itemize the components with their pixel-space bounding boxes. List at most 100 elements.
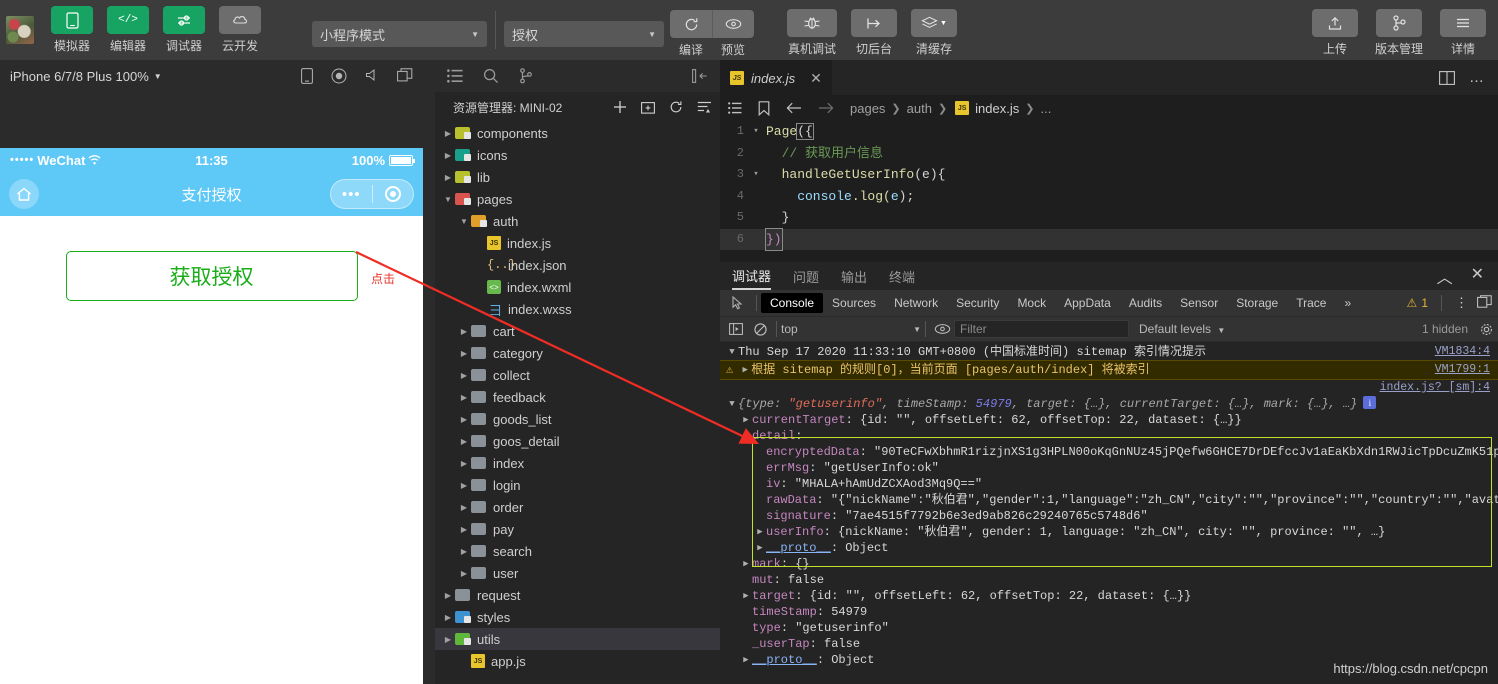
- console-sidebar-icon[interactable]: [724, 323, 748, 335]
- chevron-down-icon[interactable]: ▼: [457, 217, 471, 226]
- chevron-right-icon[interactable]: ▶: [457, 393, 471, 402]
- code-area[interactable]: 1 ▾ Page({ 2 // 获取用户信息 3 ▾ handleGetUser…: [720, 121, 1498, 251]
- devtools-more-icon[interactable]: ⋮: [1455, 296, 1468, 309]
- tree-item[interactable]: ▶ goos_detail: [435, 430, 720, 452]
- multi-window-icon[interactable]: [397, 68, 413, 84]
- outline-icon[interactable]: [728, 102, 742, 114]
- chevron-right-icon[interactable]: ▶: [457, 569, 471, 578]
- devtools-tab-audits[interactable]: Audits: [1120, 293, 1171, 313]
- tree-item[interactable]: ▶{..}index.json: [435, 254, 720, 276]
- details-button[interactable]: 详情: [1438, 3, 1488, 57]
- tree-item[interactable]: ▶彐 index.wxss: [435, 298, 720, 320]
- chevron-right-icon[interactable]: ▶: [441, 173, 455, 182]
- chevron-right-icon[interactable]: ▶: [441, 613, 455, 622]
- chevron-right-icon[interactable]: ▶: [457, 503, 471, 512]
- console-source-link[interactable]: VM1834:4: [1435, 344, 1490, 360]
- editor-more-icon[interactable]: …: [1469, 70, 1486, 85]
- tree-item[interactable]: ▶ collect: [435, 364, 720, 386]
- debugger-panel-tab[interactable]: 终端: [889, 262, 915, 290]
- clear-console-icon[interactable]: [748, 322, 772, 336]
- devtools-tab-storage[interactable]: Storage: [1227, 293, 1287, 313]
- expand-arrow-icon[interactable]: ▼: [740, 428, 752, 444]
- tree-item[interactable]: ▶ cart: [435, 320, 720, 342]
- nav-forward-icon[interactable]: [818, 102, 834, 114]
- close-icon[interactable]: ✕: [1471, 264, 1484, 288]
- search-icon[interactable]: [483, 68, 499, 84]
- editor-tab-index-js[interactable]: JS index.js ✕: [720, 60, 832, 95]
- preview-button[interactable]: [712, 10, 754, 38]
- phone-frame-icon[interactable]: [301, 68, 313, 84]
- debugger-panel-tab[interactable]: 问题: [793, 262, 819, 290]
- device-debug-button[interactable]: 真机调试: [785, 3, 839, 57]
- tree-item[interactable]: ▶ order: [435, 496, 720, 518]
- live-expression-icon[interactable]: [930, 323, 954, 335]
- tree-item[interactable]: ▶ login: [435, 474, 720, 496]
- expand-arrow-icon[interactable]: ▶: [754, 524, 766, 540]
- tree-item[interactable]: ▶ icons: [435, 144, 720, 166]
- devtools-tab-network[interactable]: Network: [885, 293, 947, 313]
- volume-icon[interactable]: [365, 68, 379, 84]
- tree-item[interactable]: ▶ index: [435, 452, 720, 474]
- chevron-right-icon[interactable]: ▶: [457, 415, 471, 424]
- bookmark-icon[interactable]: [758, 100, 770, 116]
- breadcrumb-auth[interactable]: auth: [907, 101, 932, 116]
- chevron-right-icon[interactable]: ▶: [457, 547, 471, 556]
- tree-item[interactable]: ▶ styles: [435, 606, 720, 628]
- console-settings-icon[interactable]: [1474, 323, 1498, 336]
- devtools-tabs-overflow-icon[interactable]: »: [1335, 293, 1360, 313]
- tree-item[interactable]: ▶ feedback: [435, 386, 720, 408]
- fold-toggle-icon[interactable]: ▾: [746, 121, 766, 143]
- tree-item[interactable]: ▶ goods_list: [435, 408, 720, 430]
- breadcrumb-more[interactable]: ...: [1040, 101, 1051, 116]
- cloud-dev-button[interactable]: 云开发: [217, 0, 263, 54]
- chevron-right-icon[interactable]: ▶: [457, 371, 471, 380]
- tree-item[interactable]: ▼ pages: [435, 188, 720, 210]
- expand-arrow-icon[interactable]: ▶: [740, 412, 752, 428]
- page-select[interactable]: 授权 ▼: [504, 21, 664, 47]
- editor-button[interactable]: </> 编辑器: [105, 0, 151, 54]
- console-source-link[interactable]: index.js? [sm]:4: [1380, 380, 1490, 396]
- chevron-right-icon[interactable]: ▶: [457, 525, 471, 534]
- debugger-panel-tab[interactable]: 输出: [841, 262, 867, 290]
- devtools-tab-security[interactable]: Security: [947, 293, 1008, 313]
- explorer-icon[interactable]: [447, 69, 463, 83]
- breadcrumb-pages[interactable]: pages: [850, 101, 885, 116]
- tree-item[interactable]: ▶ lib: [435, 166, 720, 188]
- debugger-button[interactable]: 调试器: [161, 0, 207, 54]
- chevron-right-icon[interactable]: ▶: [441, 129, 455, 138]
- tree-item[interactable]: ▶<> index.wxml: [435, 276, 720, 298]
- mode-select[interactable]: 小程序模式 ▼: [312, 21, 487, 47]
- tree-item[interactable]: ▶ category: [435, 342, 720, 364]
- expand-arrow-icon[interactable]: ▶: [754, 540, 766, 556]
- devtools-tab-trace[interactable]: Trace: [1287, 293, 1335, 313]
- tree-item[interactable]: ▼ auth: [435, 210, 720, 232]
- expand-arrow-icon[interactable]: ▶: [740, 652, 752, 668]
- version-button[interactable]: 版本管理: [1370, 3, 1428, 57]
- tree-item[interactable]: ▶JS app.js: [435, 650, 720, 672]
- devtools-tab-sensor[interactable]: Sensor: [1171, 293, 1227, 313]
- tree-item[interactable]: ▶ request: [435, 584, 720, 606]
- background-button[interactable]: 切后台: [849, 3, 899, 57]
- tree-item[interactable]: ▶JS index.js: [435, 232, 720, 254]
- tree-item[interactable]: ▶ utils: [435, 628, 720, 650]
- dock-side-icon[interactable]: [1477, 295, 1492, 311]
- breadcrumb-index-js[interactable]: index.js: [975, 101, 1019, 116]
- filter-input[interactable]: Filter: [954, 320, 1129, 338]
- expand-arrow-icon[interactable]: ▶: [740, 556, 752, 572]
- expand-arrow-icon[interactable]: ▶: [740, 588, 752, 604]
- chevron-right-icon[interactable]: ▶: [457, 327, 471, 336]
- log-levels-select[interactable]: Default levels ▼: [1139, 322, 1225, 336]
- new-file-icon[interactable]: [613, 100, 627, 114]
- context-select[interactable]: top ▼: [781, 322, 921, 336]
- tree-item[interactable]: ▶ search: [435, 540, 720, 562]
- fold-toggle-icon[interactable]: ▾: [746, 164, 766, 186]
- collapse-all-icon[interactable]: [697, 101, 712, 114]
- console-output[interactable]: ▼ Thu Sep 17 2020 11:33:10 GMT+0800 (中国标准…: [720, 342, 1498, 684]
- close-icon[interactable]: ✕: [810, 70, 822, 87]
- chevron-right-icon[interactable]: ▶: [441, 591, 455, 600]
- chevron-right-icon[interactable]: ▶: [441, 151, 455, 160]
- collapse-icon[interactable]: ︿: [1437, 264, 1453, 288]
- compile-button[interactable]: [670, 10, 712, 38]
- tree-item[interactable]: ▶ components: [435, 122, 720, 144]
- record-icon[interactable]: [331, 68, 347, 84]
